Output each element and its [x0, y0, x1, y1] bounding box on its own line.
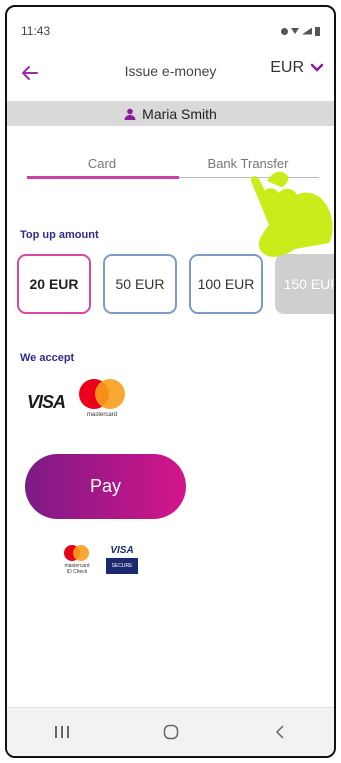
user-name: Maria Smith — [142, 105, 217, 122]
mastercard-logo: mastercard — [79, 379, 126, 425]
visa-secure-logo: VISA SECURE — [106, 545, 138, 574]
amount-100-button[interactable]: 100 EUR — [189, 254, 263, 314]
visa-logo: VISA — [27, 391, 66, 412]
active-tab-indicator — [27, 176, 179, 179]
user-icon — [124, 108, 136, 120]
top-up-label: Top up amount — [20, 229, 99, 241]
accepted-cards: VISA mastercard — [27, 379, 126, 425]
amount-150-button[interactable]: 150 EUR — [275, 254, 334, 314]
app-bar: Issue e-money EUR — [7, 45, 334, 102]
wifi-icon — [291, 28, 299, 34]
mastercard-orange-circle — [95, 379, 126, 409]
mastercard-id-check-logo: mastercard ID Check — [62, 545, 92, 581]
home-icon[interactable] — [151, 717, 191, 747]
battery-icon — [315, 26, 320, 36]
back-icon[interactable] — [260, 717, 300, 747]
status-icons — [281, 26, 320, 36]
visa-secure-wordmark: VISA — [110, 545, 134, 556]
android-nav-bar — [7, 707, 334, 756]
chevron-down-icon — [310, 63, 324, 72]
secure-badges: mastercard ID Check VISA SECURE — [62, 545, 138, 581]
alarm-icon — [281, 27, 288, 35]
status-time: 11:43 — [21, 24, 51, 38]
mc-id-orange-circle — [73, 545, 89, 561]
visa-secure-badge: SECURE — [106, 558, 138, 574]
user-bar: Maria Smith — [7, 101, 334, 126]
mc-id-check-text: mastercard ID Check — [64, 563, 90, 575]
recent-apps-icon[interactable] — [42, 717, 82, 747]
tab-card[interactable]: Card — [27, 147, 177, 179]
currency-label: EUR — [270, 59, 304, 76]
amount-20-button[interactable]: 20 EUR — [17, 254, 91, 314]
status-bar: 11:43 — [7, 7, 334, 45]
signal-icon — [302, 27, 312, 35]
amount-50-button[interactable]: 50 EUR — [103, 254, 177, 314]
amount-options: 20 EUR 50 EUR 100 EUR 150 EUR — [17, 251, 334, 323]
tab-bank-transfer[interactable]: Bank Transfer — [177, 147, 319, 179]
payment-tabs: Card Bank Transfer — [27, 147, 319, 181]
phone-frame: 11:43 Issue e-money EUR Maria Smith Card… — [5, 5, 336, 758]
mastercard-wordmark: mastercard — [87, 412, 118, 418]
pay-button[interactable]: Pay — [25, 454, 186, 519]
we-accept-label: We accept — [20, 352, 75, 364]
currency-selector[interactable]: EUR — [270, 59, 324, 77]
